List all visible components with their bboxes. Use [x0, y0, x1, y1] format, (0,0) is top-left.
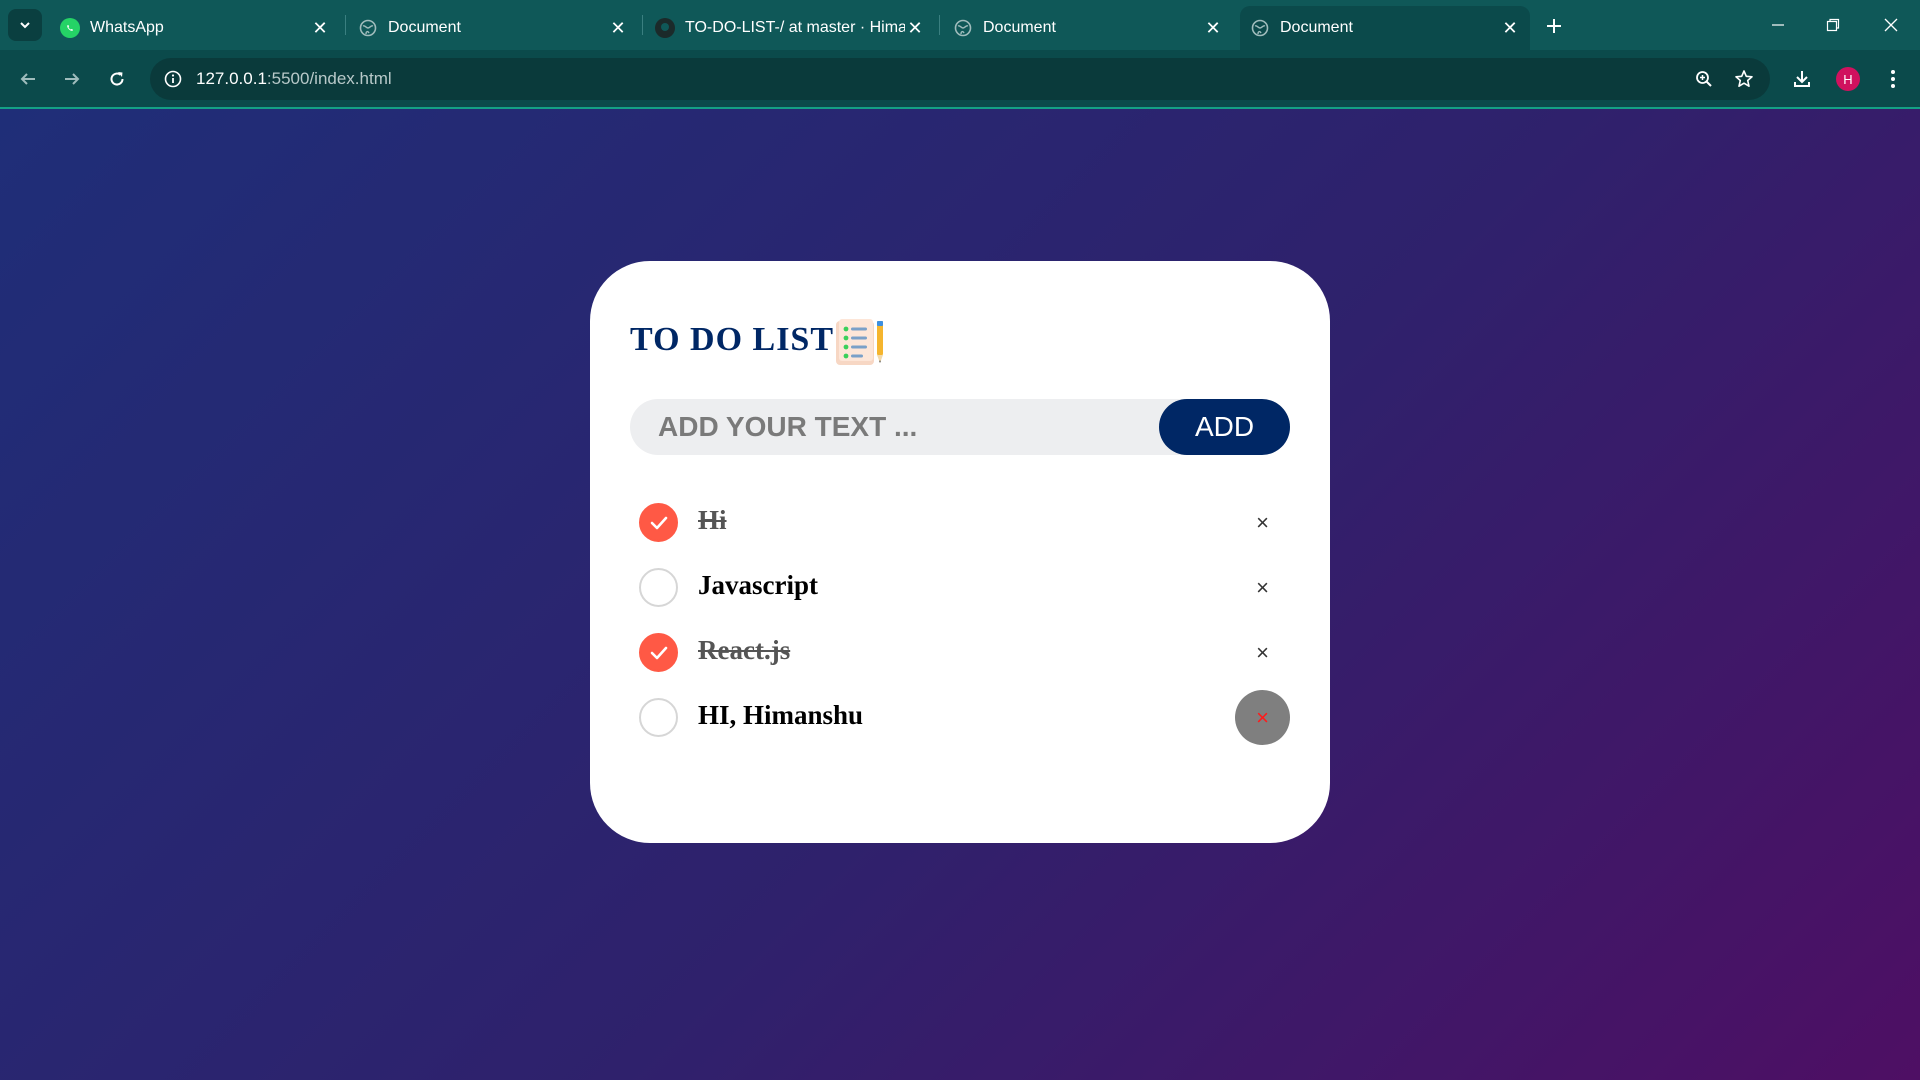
arrow-right-icon: [65, 73, 80, 85]
task-input[interactable]: [658, 399, 1128, 455]
more-vertical-icon: [1891, 70, 1895, 88]
task-list: Hi × Javascript × React.js × HI, Himansh…: [630, 493, 1290, 753]
tab-divider: [642, 15, 643, 35]
site-info-icon[interactable]: [158, 64, 188, 94]
unchecked-circle-icon[interactable]: [639, 698, 678, 737]
list-item[interactable]: Hi ×: [630, 493, 1290, 558]
close-window-button[interactable]: [1868, 8, 1914, 42]
globe-icon: [358, 18, 378, 38]
minimize-icon: [1772, 24, 1784, 26]
tab-document-active[interactable]: Document ✕: [1240, 6, 1530, 50]
back-button[interactable]: [12, 63, 44, 95]
page-background: TO DO LIST ADD Hi: [0, 109, 1920, 1080]
task-text[interactable]: Hi: [698, 505, 727, 536]
close-icon[interactable]: ✕: [1203, 18, 1223, 38]
list-item[interactable]: React.js ×: [630, 623, 1290, 688]
task-text[interactable]: Javascript: [698, 570, 818, 601]
zoom-icon[interactable]: [1688, 64, 1720, 94]
tab-title: Document: [388, 19, 461, 36]
tab-title: Document: [983, 19, 1056, 36]
forward-button[interactable]: [56, 63, 88, 95]
whatsapp-icon: [60, 18, 80, 38]
browser-toolbar: 127.0.0.1:5500/index.html H: [0, 50, 1920, 108]
globe-icon: [953, 18, 973, 38]
downloads-button[interactable]: [1786, 63, 1818, 95]
download-icon: [1794, 71, 1810, 87]
list-item[interactable]: Javascript ×: [630, 558, 1290, 623]
unchecked-circle-icon[interactable]: [639, 568, 678, 607]
tab-title: WhatsApp: [90, 19, 164, 36]
checklist-icon: [836, 319, 883, 365]
tab-title: Document: [1280, 19, 1353, 36]
tab-document-2[interactable]: Document ✕: [943, 6, 1233, 50]
page-title: TO DO LIST: [630, 321, 835, 358]
globe-icon: [1250, 18, 1270, 38]
bookmark-star-icon[interactable]: [1728, 64, 1760, 94]
url-text[interactable]: 127.0.0.1:5500/index.html: [196, 69, 392, 89]
task-text[interactable]: HI, Himanshu: [698, 700, 863, 731]
menu-button[interactable]: [1877, 63, 1909, 95]
task-input-row: ADD: [630, 399, 1290, 455]
profile-button[interactable]: H: [1832, 63, 1864, 95]
minimize-button[interactable]: [1755, 8, 1801, 42]
tab-divider: [345, 15, 346, 35]
tab-search-button[interactable]: [8, 9, 42, 41]
close-icon[interactable]: ✕: [310, 18, 330, 38]
tab-document-1[interactable]: Document ✕: [348, 6, 638, 50]
tab-whatsapp[interactable]: WhatsApp ✕: [50, 6, 340, 50]
chevron-down-icon: [20, 22, 30, 29]
github-icon: [655, 18, 675, 38]
checked-icon[interactable]: [639, 633, 678, 672]
plus-icon: [1547, 19, 1561, 33]
task-text[interactable]: React.js: [698, 635, 790, 666]
close-icon[interactable]: ✕: [1500, 18, 1520, 38]
delete-icon[interactable]: ×: [1235, 495, 1290, 550]
close-icon: [1884, 18, 1898, 32]
delete-icon[interactable]: ×: [1235, 690, 1290, 745]
reload-button[interactable]: [101, 63, 133, 95]
tab-divider: [939, 15, 940, 35]
close-icon[interactable]: ✕: [905, 18, 925, 38]
tab-github[interactable]: TO-DO-LIST-/ at master · Himar ✕: [645, 6, 935, 50]
tab-title: TO-DO-LIST-/ at master · Himar: [685, 19, 905, 36]
checked-icon[interactable]: [639, 503, 678, 542]
arrow-left-icon: [20, 73, 35, 85]
restore-icon: [1826, 18, 1840, 32]
close-icon[interactable]: ✕: [608, 18, 628, 38]
avatar: H: [1836, 67, 1860, 91]
reload-icon: [110, 72, 124, 86]
add-button[interactable]: ADD: [1159, 399, 1290, 455]
address-bar[interactable]: 127.0.0.1:5500/index.html: [150, 58, 1770, 100]
tab-strip: WhatsApp ✕ Document ✕ TO-DO-LIST-/ at ma…: [0, 0, 1920, 50]
list-item[interactable]: HI, Himanshu ×: [630, 688, 1290, 753]
url-host: 127.0.0.1: [196, 69, 267, 88]
todo-card: TO DO LIST ADD Hi: [590, 261, 1330, 843]
restore-button[interactable]: [1810, 8, 1856, 42]
url-path: :5500/index.html: [266, 69, 392, 88]
delete-icon[interactable]: ×: [1235, 625, 1290, 680]
delete-icon[interactable]: ×: [1235, 560, 1290, 615]
new-tab-button[interactable]: [1540, 12, 1568, 40]
